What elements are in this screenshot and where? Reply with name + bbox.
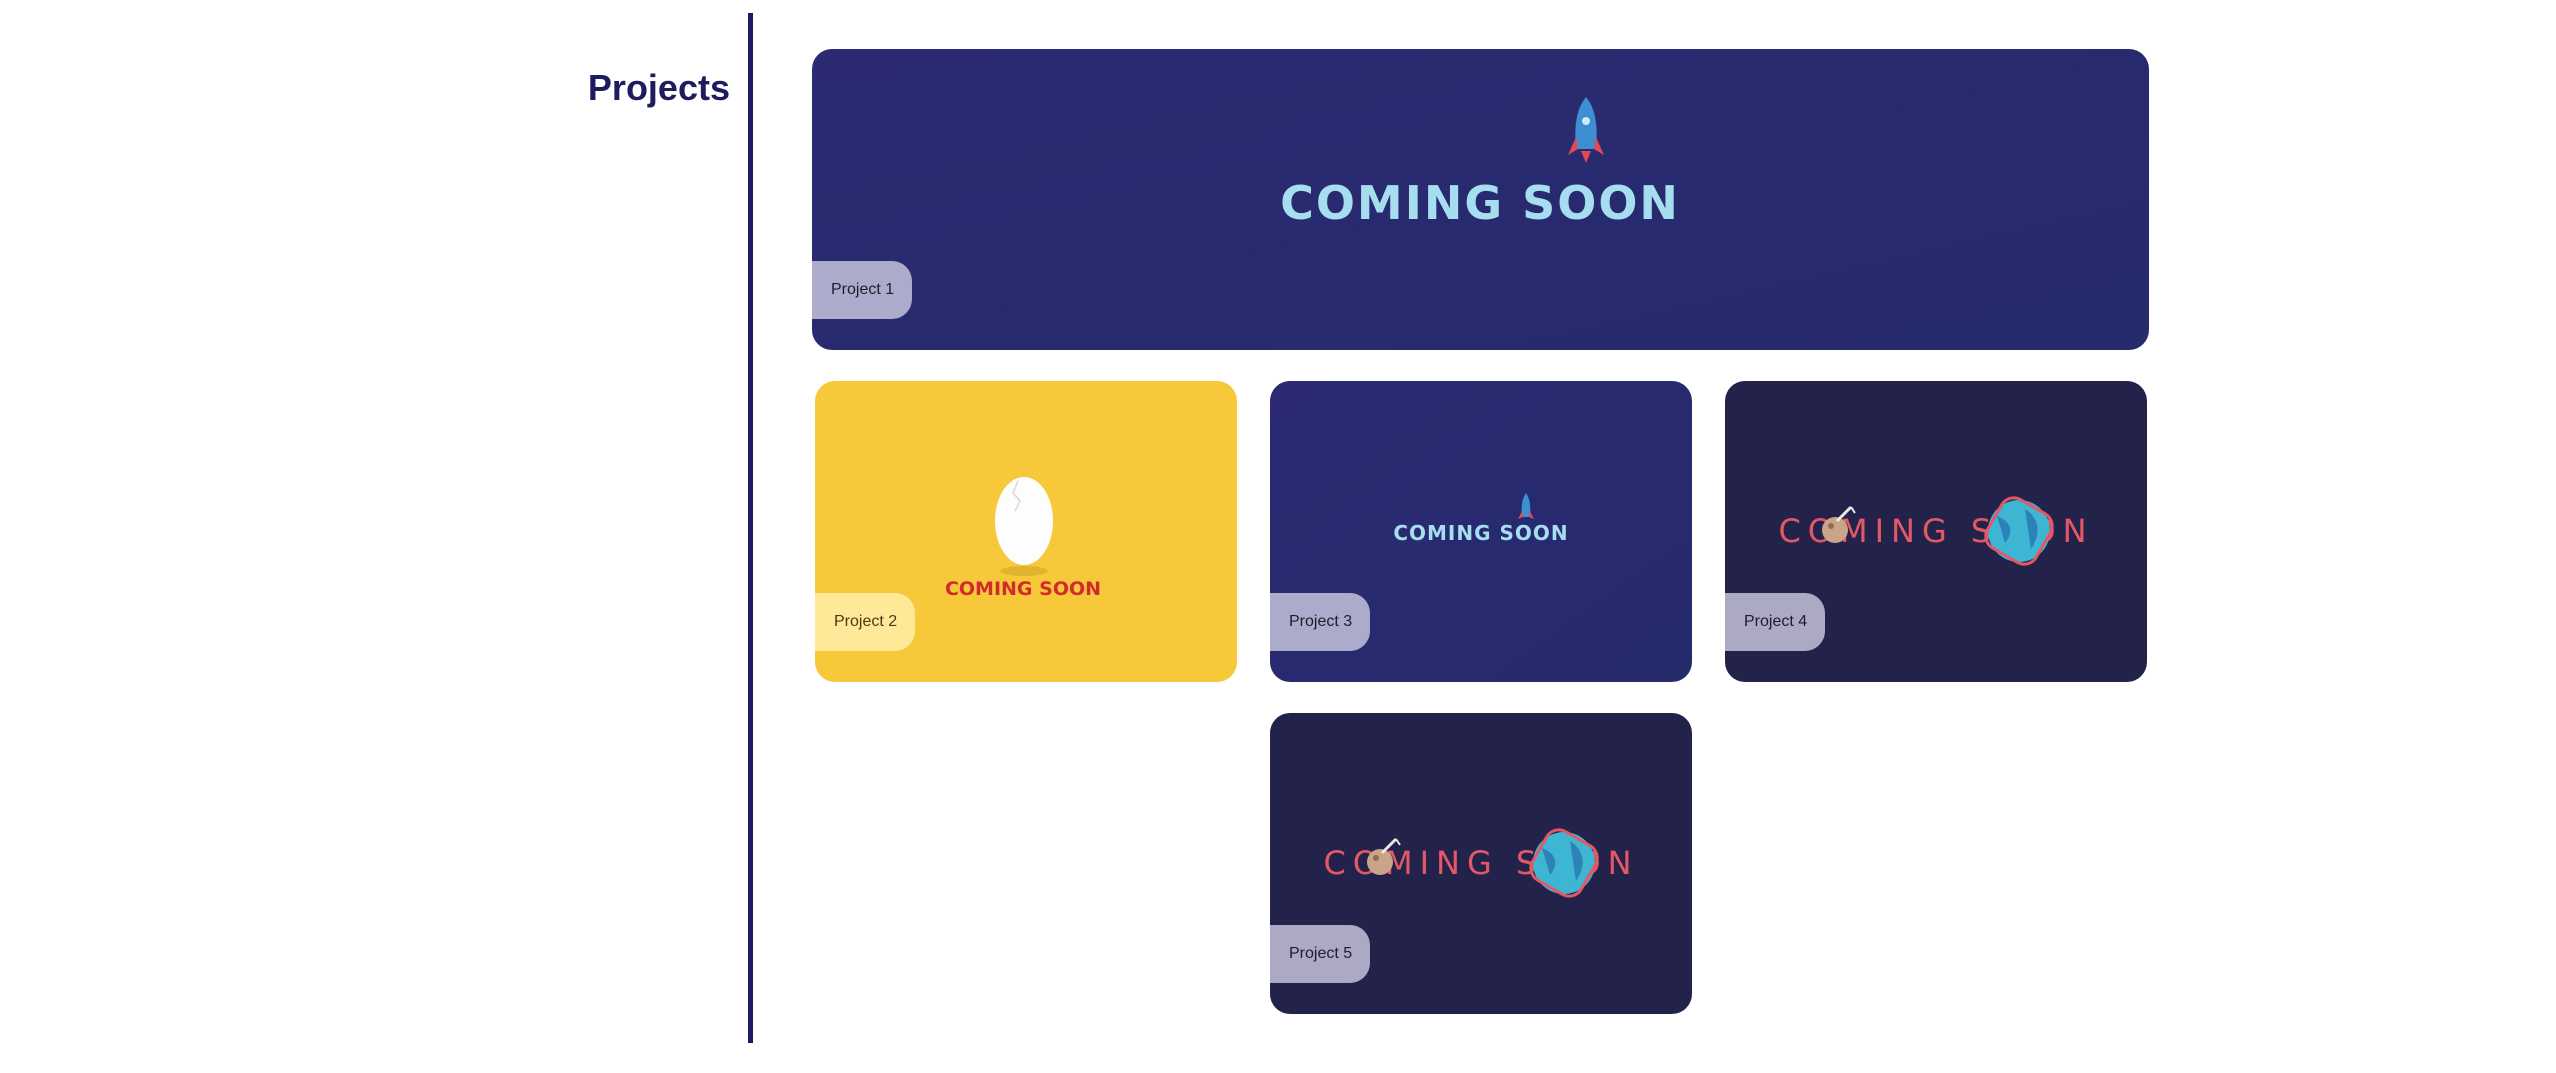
project-label: Project 3 xyxy=(1270,593,1371,651)
project-card-3[interactable]: COMING SOON Project 3 xyxy=(1270,381,1692,682)
svg-text:COMING SOON: COMING SOON xyxy=(1280,176,1680,230)
project-label: Project 1 xyxy=(812,261,913,319)
project-label: Project 4 xyxy=(1725,593,1826,651)
project-label: Project 2 xyxy=(815,593,916,651)
egg-icon xyxy=(995,477,1053,565)
svg-text:COMING SOON: COMING SOON xyxy=(945,578,1101,600)
project-card-1[interactable]: COMING SOON Project 1 xyxy=(812,49,2149,350)
project-card-5[interactable]: COMING SOON Project 5 xyxy=(1270,713,1692,1014)
coming-soon-banner: COMING SOON xyxy=(812,49,2149,350)
vertical-divider xyxy=(748,13,753,1043)
svg-text:COMING SOON: COMING SOON xyxy=(1393,521,1568,545)
project-card-2[interactable]: COMING SOON Project 2 xyxy=(815,381,1237,682)
project-label: Project 5 xyxy=(1270,925,1371,983)
project-card-4[interactable]: COMING SOON Project 4 xyxy=(1725,381,2147,682)
page-title: Projects xyxy=(587,67,730,109)
